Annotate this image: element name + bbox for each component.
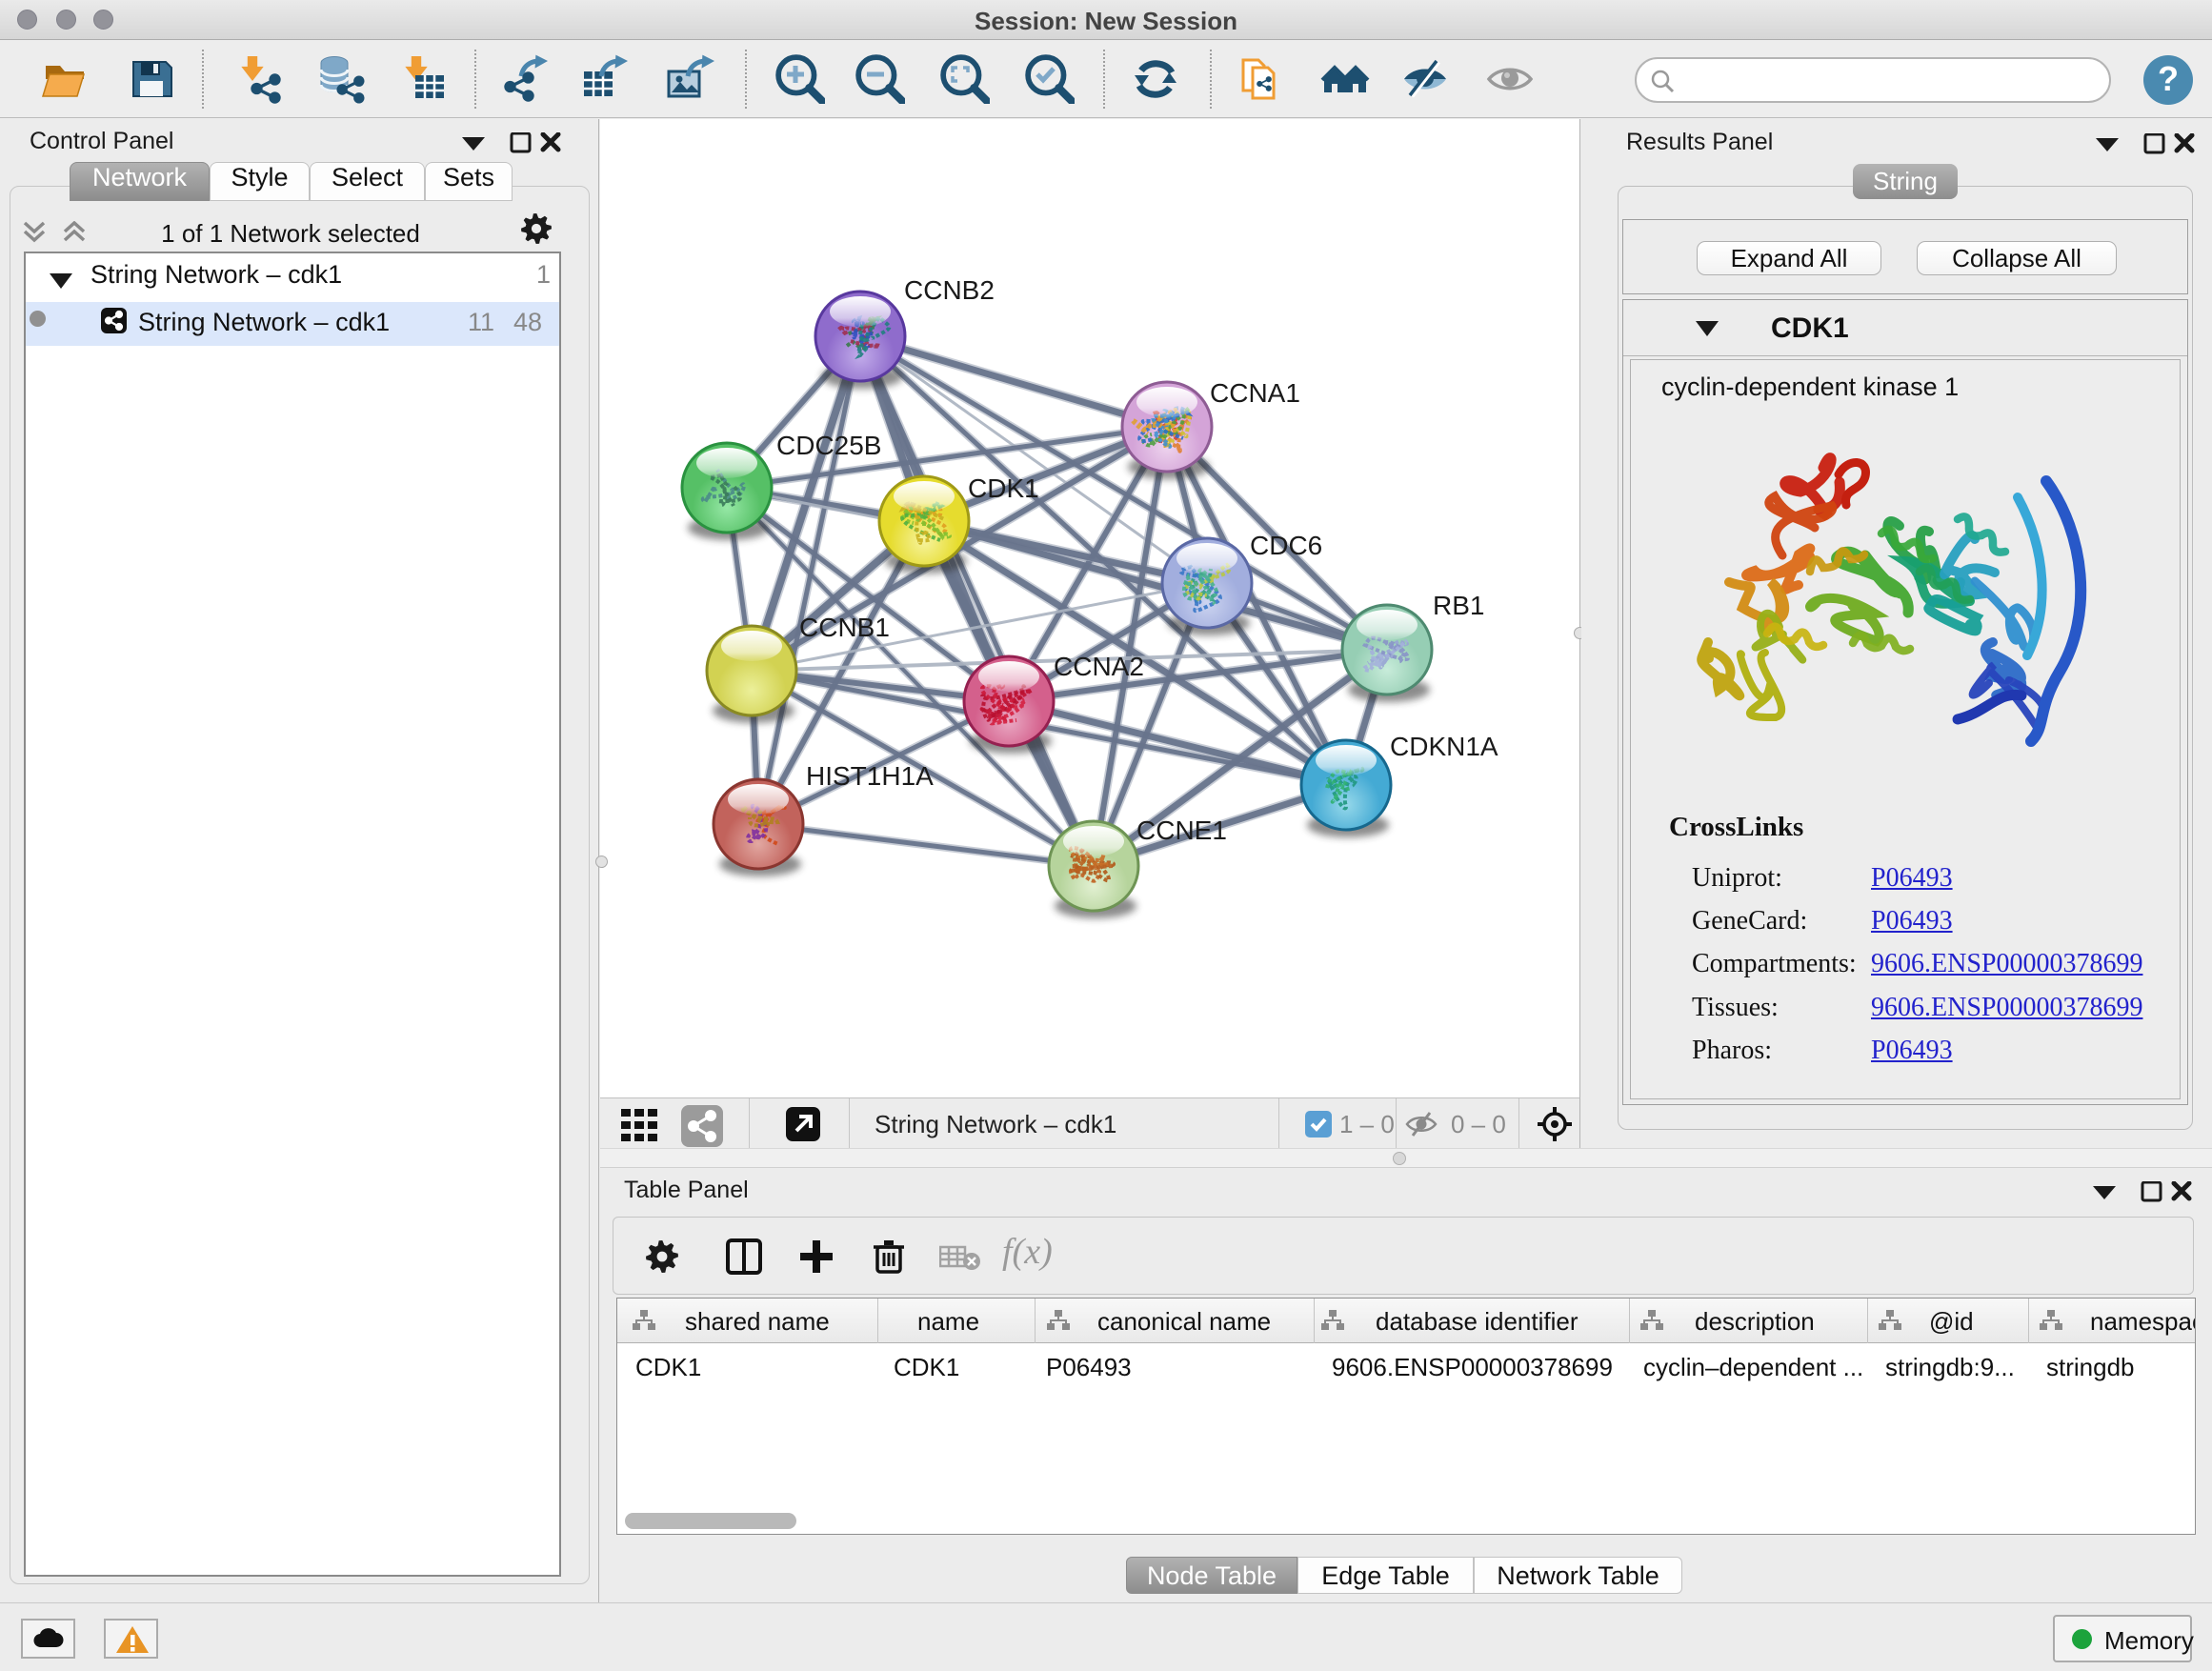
svg-text:CCNE1: CCNE1: [1136, 815, 1227, 845]
svg-text:HIST1H1A: HIST1H1A: [806, 761, 934, 791]
svg-text:RB1: RB1: [1433, 591, 1484, 620]
svg-text:CDK1: CDK1: [968, 473, 1039, 503]
svg-text:CCNB2: CCNB2: [904, 275, 995, 305]
svg-text:CDKN1A: CDKN1A: [1390, 732, 1498, 761]
svg-text:CCNB1: CCNB1: [799, 613, 890, 642]
svg-text:CDC25B: CDC25B: [776, 431, 881, 460]
svg-text:CCNA2: CCNA2: [1054, 652, 1144, 681]
svg-text:CCNA1: CCNA1: [1210, 378, 1300, 408]
svg-text:CDC6: CDC6: [1250, 531, 1322, 560]
